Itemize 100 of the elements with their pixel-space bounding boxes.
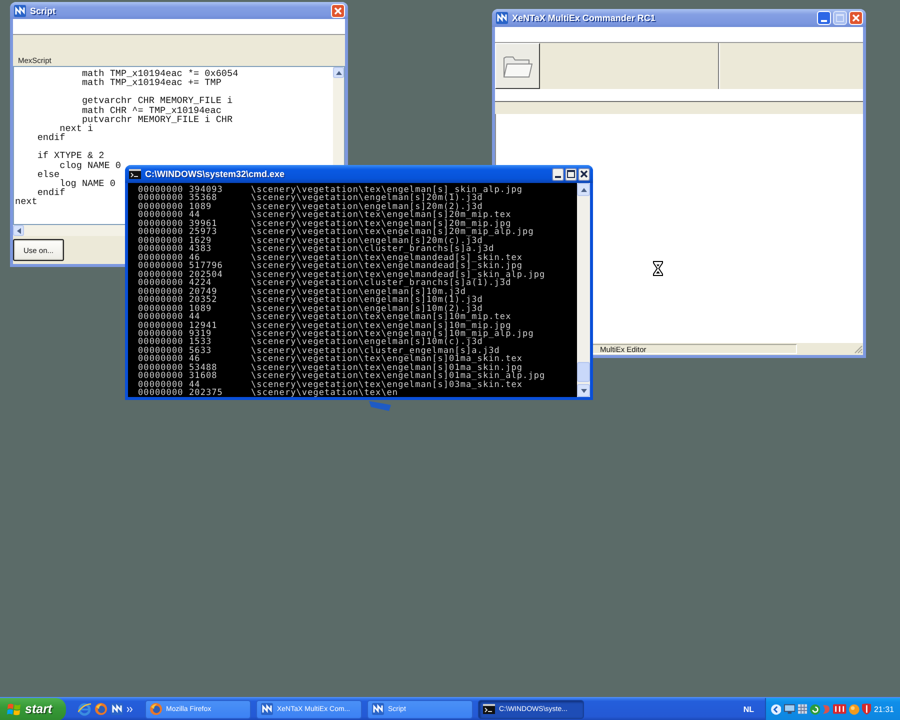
- double-chevron-icon[interactable]: [127, 706, 133, 712]
- size-text: 46: [189, 355, 200, 364]
- striped-tile-icon[interactable]: [833, 704, 847, 714]
- size-text: 5633: [189, 346, 212, 356]
- window-title: Script: [30, 6, 57, 16]
- code-line: next i: [60, 124, 94, 134]
- offset-text: 00000000: [138, 313, 184, 322]
- close-icon: [852, 14, 860, 22]
- window-title: XeNTaX MultiEx Commander RC1: [512, 13, 656, 23]
- scroll-thumb[interactable]: [577, 362, 590, 382]
- path-text: \scenery\vegetation\engelman[s]10m.j3d: [251, 288, 466, 296]
- left-arrow-icon: [16, 228, 20, 234]
- minimize-button[interactable]: [552, 168, 564, 180]
- close-icon: [334, 6, 342, 14]
- offset-text: 00000000: [138, 194, 184, 203]
- grid-icon[interactable]: [798, 704, 808, 714]
- path-text: \scenery\vegetation\tex\engelman[s]20m_mip.tex: [251, 211, 512, 220]
- offset-text: 00000000: [138, 355, 184, 364]
- path-text: \scenery\vegetation\cluster_engelman[s]a.j3d: [251, 346, 500, 356]
- size-text: 1089: [189, 202, 212, 212]
- vertical-scrollbar[interactable]: [577, 183, 590, 397]
- offset-text: 00000000: [138, 338, 184, 347]
- size-text: 31608: [189, 372, 218, 381]
- offset-text: 00000000: [138, 254, 184, 262]
- path-text: \scenery\vegetation\tex\engelman[s]03ma_skin.tex: [251, 380, 523, 390]
- path-text: \scenery\vegetation\engelman[s]10m(c).j3d: [251, 338, 483, 347]
- ball-icon[interactable]: [849, 704, 860, 714]
- flag-icon: [7, 702, 21, 716]
- code-line: clog NAME 0: [60, 160, 121, 170]
- globe-icon[interactable]: [95, 703, 107, 715]
- path-text: \scenery\vegetation\engelman[s]20m(1).j3d: [251, 194, 483, 203]
- title-bar[interactable]: C:\WINDOWS\system32\cmd.exe: [125, 165, 593, 183]
- path-text: \scenery\vegetation\engelman[s]20m(2).j3d: [251, 202, 483, 212]
- monitor-icon[interactable]: [784, 704, 796, 714]
- size-text: 4383: [189, 245, 212, 254]
- shield-icon[interactable]: [862, 703, 872, 715]
- offset-text: 00000000: [138, 245, 184, 254]
- size-text: 4224: [189, 279, 212, 288]
- up-arrow-icon: [336, 70, 342, 74]
- e-logo-icon[interactable]: [78, 702, 91, 716]
- maximize-icon: [836, 14, 844, 22]
- size-text: 517796: [189, 262, 223, 271]
- clock[interactable]: 21:31: [874, 704, 894, 714]
- scroll-down-button[interactable]: [577, 384, 590, 397]
- path-text: \scenery\vegetation\cluster_branchs[s]a(1).j3d: [251, 279, 512, 288]
- size-text: 44: [189, 313, 200, 322]
- folder-icon: [502, 54, 532, 78]
- size-text: 25973: [189, 228, 218, 237]
- size-text: 44: [189, 211, 200, 220]
- close-button[interactable]: [578, 168, 590, 180]
- path-text: \scenery\vegetation\tex\engelmandead[s]_skin_alp.jpg: [251, 270, 546, 280]
- size-text: 202504: [189, 270, 223, 280]
- app-logo-icon: [261, 703, 273, 715]
- size-text: 39961: [189, 220, 218, 228]
- size-text: 1629: [189, 236, 212, 246]
- code-line: log NAME 0: [60, 178, 116, 188]
- offset-text: 00000000: [138, 186, 184, 194]
- size-text: 53488: [189, 364, 218, 372]
- path-text: \scenery\vegetation\tex\engelman[s]20m_mip_alp.jpg: [251, 228, 534, 237]
- offset-text: 00000000: [138, 296, 184, 305]
- app-logo-icon: [372, 703, 384, 715]
- code-line: getvarchr CHR MEMORY_FILE i: [82, 94, 233, 106]
- offset-text: 00000000: [138, 288, 184, 296]
- path-text: \scenery\vegetation\tex\engelman[s]10m_mip_alp.jpg: [251, 330, 534, 338]
- offset-text: 00000000: [138, 270, 184, 280]
- offset-text: 00000000: [138, 228, 184, 237]
- maximize-icon: [567, 170, 575, 178]
- app-logo-icon[interactable]: [111, 703, 123, 715]
- code-line: endif: [37, 188, 66, 198]
- path-text: \scenery\vegetation\engelman[s]10m(2).j3d: [251, 304, 483, 314]
- close-icon: [580, 170, 588, 178]
- path-text: \scenery\vegetation\tex\engelman[s]10m_mip.tex: [251, 313, 512, 322]
- down-arrow-icon: [580, 388, 586, 392]
- offset-text: 00000000: [138, 330, 184, 338]
- size-text: 35368: [189, 194, 218, 203]
- globe-icon: [150, 703, 162, 715]
- offset-text: 00000000: [138, 220, 184, 228]
- offset-text: 00000000: [138, 322, 184, 330]
- path-text: \scenery\vegetation\tex\engelman[s]20m_mip.jpg: [251, 220, 512, 228]
- language-indicator[interactable]: NL: [743, 704, 754, 714]
- scroll-up-button[interactable]: [333, 67, 344, 78]
- offset-text: 00000000: [138, 346, 184, 356]
- size-text: 202375: [189, 389, 223, 397]
- code-line: putvarchr MEMORY_FILE i CHR: [82, 114, 233, 124]
- chevron-disc-icon[interactable]: [771, 704, 782, 714]
- size-text: 20749: [189, 288, 218, 296]
- start-button[interactable]: start: [0, 698, 66, 720]
- offset-text: 00000000: [138, 279, 184, 288]
- path-text: \scenery\vegetation\tex\engelman[s]_skin_alp.jpg: [251, 186, 523, 194]
- circle-arrow-icon[interactable]: [810, 704, 820, 714]
- console-icon: [129, 169, 141, 179]
- app-logo-icon: [14, 4, 26, 16]
- window-title: C:\WINDOWS\system32\cmd.exe: [145, 169, 286, 179]
- path-text: \scenery\vegetation\tex\engelman[s]01ma_skin.tex: [251, 355, 523, 364]
- path-text: \scenery\vegetation\tex\engelmandead[s]_skin.jpg: [251, 262, 523, 271]
- code-line: endif: [37, 133, 66, 142]
- code-line: math TMP_x10194eac *= 0x6054: [82, 69, 238, 78]
- maximize-button[interactable]: [565, 168, 577, 180]
- size-text: 46: [189, 254, 200, 262]
- scroll-up-button[interactable]: [577, 183, 590, 196]
